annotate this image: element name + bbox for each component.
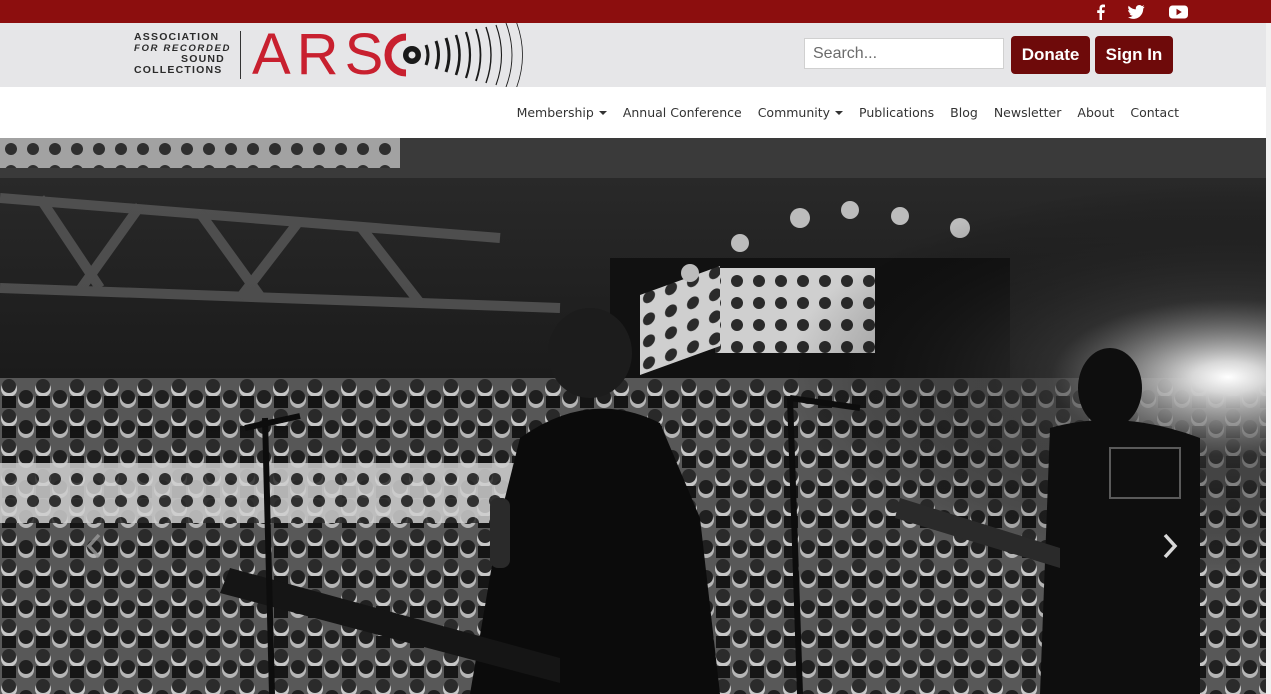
nav-item-community[interactable]: Community <box>757 105 844 120</box>
nav-item-about[interactable]: About <box>1077 105 1114 120</box>
nav-item-contact[interactable]: Contact <box>1130 105 1179 120</box>
sign-in-button[interactable]: Sign In <box>1095 36 1173 74</box>
logo-divider <box>240 31 241 79</box>
nav-item-label: Community <box>757 105 831 120</box>
nav-item-label: Blog <box>950 105 978 120</box>
caret-down-icon <box>598 110 607 115</box>
scrollbar-track[interactable] <box>1266 23 1271 694</box>
nav-item-label: About <box>1077 105 1115 120</box>
facebook-link[interactable] <box>1094 0 1106 23</box>
twitter-icon <box>1128 4 1145 19</box>
sound-waves-logo-icon[interactable] <box>380 23 560 87</box>
site-header: ASSOCIATION FOR RECORDED SOUND COLLECTIO… <box>0 23 1271 87</box>
facebook-icon <box>1097 4 1105 20</box>
main-nav: Membership Annual Conference Community P… <box>0 87 1266 138</box>
nav-item-newsletter[interactable]: Newsletter <box>994 105 1062 120</box>
twitter-link[interactable] <box>1128 0 1145 23</box>
nav-item-membership[interactable]: Membership <box>517 105 607 120</box>
nav-item-publications[interactable]: Publications <box>859 105 934 120</box>
donate-button[interactable]: Donate <box>1011 36 1090 74</box>
caret-down-icon <box>835 110 844 115</box>
hero-carousel <box>0 138 1266 694</box>
nav-item-label: Membership <box>516 105 594 120</box>
logo-wordmark[interactable]: ARS <box>252 25 389 85</box>
chevron-left-icon[interactable] <box>86 533 102 559</box>
nav-item-label: Annual Conference <box>622 105 742 120</box>
logo-line-4: COLLECTIONS <box>134 64 223 76</box>
nav-item-blog[interactable]: Blog <box>950 105 978 120</box>
social-bar <box>0 0 1271 23</box>
youtube-icon <box>1169 5 1188 18</box>
chevron-right-icon[interactable] <box>1162 533 1178 559</box>
logo-text[interactable]: ASSOCIATION FOR RECORDED SOUND COLLECTIO… <box>134 32 232 76</box>
youtube-link[interactable] <box>1169 0 1188 23</box>
search-input[interactable] <box>804 38 1004 69</box>
nav-item-label: Newsletter <box>993 105 1062 120</box>
nav-item-label: Publications <box>859 105 935 120</box>
nav-item-label: Contact <box>1130 105 1179 120</box>
logo-line-1: ASSOCIATION <box>134 31 220 43</box>
nav-item-annual-conference[interactable]: Annual Conference <box>623 105 742 120</box>
hero-concert-image <box>0 138 1266 694</box>
